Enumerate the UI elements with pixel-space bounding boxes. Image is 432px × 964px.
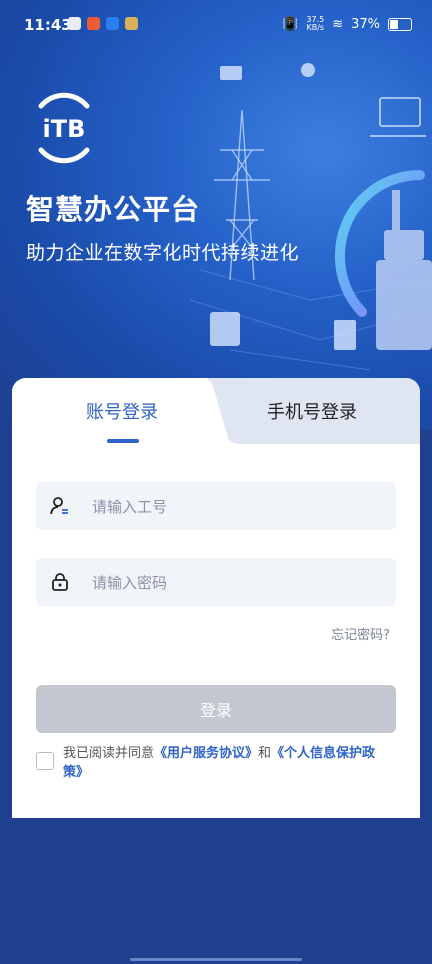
battery-level bbox=[390, 19, 399, 29]
active-tab-indicator bbox=[107, 439, 139, 443]
battery-percent: 37% bbox=[351, 16, 380, 32]
battery-icon bbox=[388, 17, 412, 31]
agreement-text: 我已阅读并同意《用户服务协议》和《个人信息保护政策》 bbox=[63, 746, 376, 780]
network-speed: 37.5 KB/s bbox=[306, 15, 325, 32]
password-input[interactable] bbox=[90, 558, 384, 608]
status-time: 11:43 bbox=[24, 16, 72, 34]
employee-id-field[interactable] bbox=[36, 482, 396, 532]
password-field[interactable] bbox=[36, 558, 396, 608]
vibrate-icon: 📳 bbox=[282, 16, 299, 32]
wifi-icon: ≋ bbox=[332, 16, 344, 32]
login-card: 账号登录 手机号登录 忘记密码? 登录 我已阅读并同意《用户服务协议》和《个人信… bbox=[12, 378, 420, 818]
tab-account-login[interactable]: 账号登录 bbox=[12, 398, 232, 424]
app-notification-icon bbox=[87, 17, 100, 30]
notification-icons bbox=[68, 17, 138, 30]
login-button[interactable]: 登录 bbox=[36, 685, 396, 733]
employee-id-input[interactable] bbox=[90, 482, 384, 532]
hero-banner: 11:43 📳 37.5 KB/s ≋ 37% iTB 智慧办公平台 助力企业在… bbox=[0, 0, 432, 430]
status-right: 📳 37.5 KB/s ≋ 37% bbox=[282, 16, 412, 32]
user-icon bbox=[50, 497, 68, 515]
app-subtitle: 助力企业在数字化时代持续进化 bbox=[26, 242, 300, 264]
logo-text: iTB bbox=[43, 115, 86, 143]
app-notification-icon bbox=[125, 17, 138, 30]
app-notification-icon bbox=[106, 17, 119, 30]
app-title: 智慧办公平台 bbox=[26, 193, 201, 226]
status-bar: 11:43 📳 37.5 KB/s ≋ 37% bbox=[0, 0, 432, 50]
user-service-agreement-link[interactable]: 《用户服务协议》 bbox=[154, 746, 258, 761]
digital-office-illustration bbox=[190, 63, 432, 371]
lock-icon bbox=[52, 573, 68, 591]
tab-phone-login[interactable]: 手机号登录 bbox=[214, 398, 410, 424]
forgot-password-link[interactable]: 忘记密码? bbox=[331, 624, 390, 643]
app-notification-icon bbox=[68, 17, 81, 30]
itb-logo: iTB bbox=[38, 92, 90, 164]
home-indicator[interactable] bbox=[130, 958, 302, 961]
agreement-checkbox[interactable] bbox=[36, 752, 54, 770]
